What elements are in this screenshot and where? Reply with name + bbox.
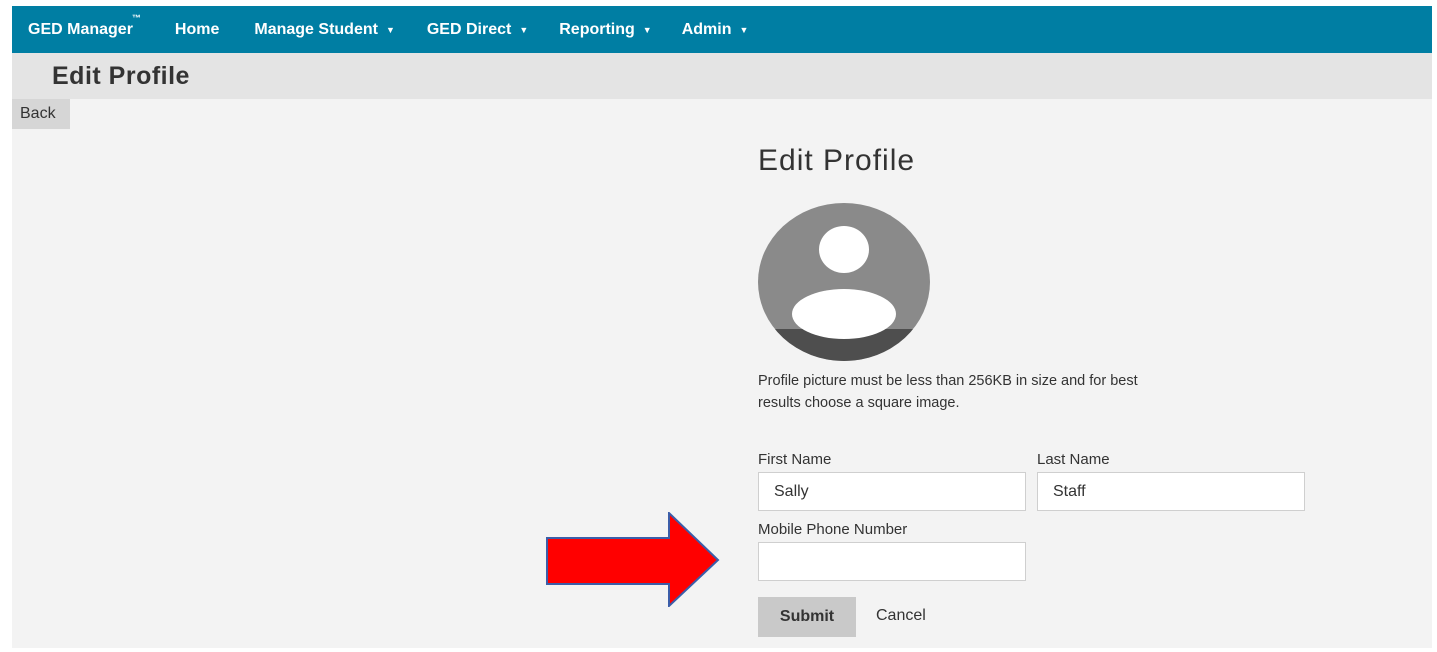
- chevron-down-icon: ▼: [739, 24, 749, 35]
- page-header: Edit Profile: [12, 53, 1432, 99]
- red-arrow-icon: [546, 512, 720, 607]
- avatar-shoulders: [792, 289, 896, 339]
- back-button[interactable]: Back: [12, 99, 70, 129]
- top-navbar: GED Manager ™ Home Manage Student ▼ GED Di…: [12, 6, 1432, 53]
- nav-admin[interactable]: Admin ▼: [682, 21, 749, 39]
- nav-ged-direct[interactable]: GED Direct ▼: [427, 21, 528, 39]
- nav-manage-student[interactable]: Manage Student ▼: [254, 21, 394, 39]
- nav-reporting[interactable]: Reporting ▼: [559, 21, 651, 39]
- brand-logo[interactable]: GED Manager ™: [28, 13, 141, 39]
- form-title: Edit Profile: [758, 144, 916, 177]
- submit-button[interactable]: Submit: [758, 597, 856, 637]
- chevron-down-icon: ▼: [385, 24, 395, 35]
- trademark-mark: ™: [131, 12, 141, 23]
- chevron-down-icon: ▼: [642, 24, 652, 35]
- avatar-head: [819, 226, 869, 273]
- chevron-down-icon: ▼: [519, 24, 529, 35]
- cancel-link[interactable]: Cancel: [876, 607, 926, 625]
- last-name-label: Last Name: [1037, 451, 1110, 468]
- first-name-label: First Name: [758, 451, 832, 468]
- mobile-phone-label: Mobile Phone Number: [758, 521, 908, 538]
- page-title: Edit Profile: [52, 62, 190, 90]
- app-frame: GED Manager ™ Home Manage Student ▼ GED Di…: [12, 6, 1432, 648]
- profile-picture-help-text: Profile picture must be less than 256KB …: [758, 373, 1138, 411]
- first-name-input[interactable]: [758, 472, 1026, 511]
- user-avatar-icon[interactable]: [758, 203, 930, 361]
- mobile-phone-input[interactable]: [758, 542, 1026, 581]
- last-name-input[interactable]: [1037, 472, 1305, 511]
- nav-home[interactable]: Home: [175, 21, 219, 39]
